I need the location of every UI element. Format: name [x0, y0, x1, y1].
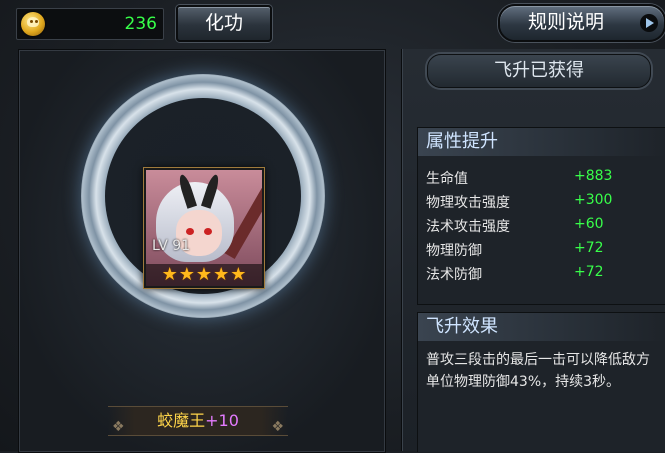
star-icon: ★ — [195, 264, 213, 285]
attr-value: +72 — [574, 240, 604, 256]
effect-section: 飞升效果 普攻三段击的最后一击可以降低敌方单位物理防御43%，持续3秒。 — [417, 312, 665, 452]
hero-name: 蛟魔王 — [157, 411, 206, 430]
star-rating: ★ ★ ★ ★ ★ — [146, 264, 262, 286]
hero-plus-level: +10 — [205, 411, 239, 430]
huagong-button[interactable]: 化功 — [176, 5, 272, 42]
effect-description: 普攻三段击的最后一击可以降低敌方单位物理防御43%，持续3秒。 — [426, 352, 650, 390]
currency-value: 236 — [124, 14, 157, 34]
hero-name-bar: ❖ 蛟魔王+10 ❖ — [108, 406, 288, 436]
hero-portrait[interactable]: LV 91 ★ ★ ★ ★ ★ — [144, 168, 264, 288]
play-arrow-icon — [640, 14, 658, 32]
attribute-title: 属性提升 — [418, 128, 665, 156]
attr-value: +883 — [574, 168, 613, 184]
eye-icon — [204, 228, 212, 235]
star-icon: ★ — [178, 264, 195, 285]
eye-icon — [186, 228, 194, 235]
skull-coin-icon — [21, 12, 45, 36]
ornament-icon: ❖ — [271, 419, 284, 435]
attr-label: 物理攻击强度 — [426, 195, 510, 211]
star-icon: ★ — [213, 264, 230, 285]
star-icon: ★ — [230, 264, 247, 285]
hero-level: LV 91 — [152, 238, 191, 254]
ascension-banner: 飞升已获得 — [427, 54, 651, 88]
rules-button[interactable]: 规则说明 — [498, 4, 665, 42]
attr-label: 法术防御 — [426, 267, 482, 283]
attr-value: +60 — [574, 216, 604, 232]
attr-label: 物理防御 — [426, 243, 482, 259]
attr-value: +72 — [574, 264, 604, 280]
effect-title: 飞升效果 — [418, 313, 665, 341]
attr-label: 生命值 — [426, 171, 468, 187]
star-icon: ★ — [161, 264, 178, 285]
attr-value: +300 — [574, 192, 613, 208]
currency-display: 236 — [16, 8, 164, 40]
attr-label: 法术攻击强度 — [426, 219, 510, 235]
rules-button-label: 规则说明 — [528, 11, 605, 33]
attribute-section: 属性提升 生命值 +883 物理攻击强度 +300 法术攻击强度 +60 物理防… — [417, 127, 665, 305]
ornament-icon: ❖ — [112, 419, 125, 435]
